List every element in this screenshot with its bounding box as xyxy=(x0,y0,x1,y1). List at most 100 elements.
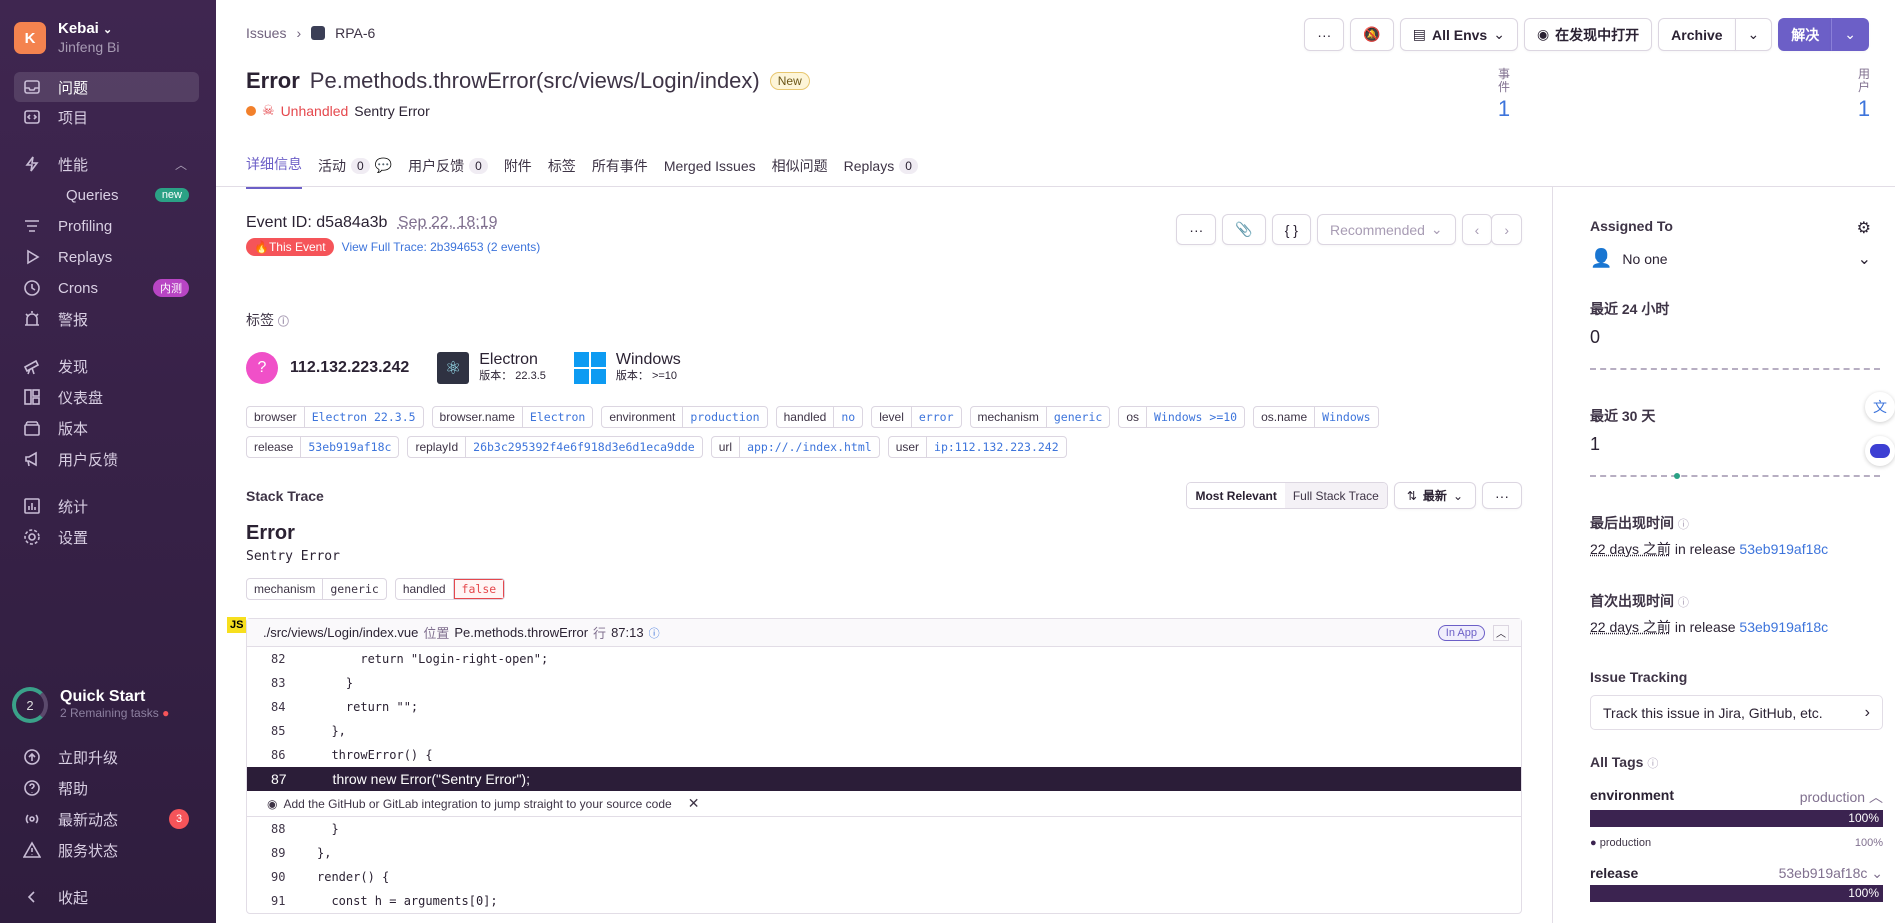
assignee-select[interactable]: 👤 No one ⌄ xyxy=(1590,248,1895,269)
tag-pill[interactable]: environment production xyxy=(601,406,768,428)
sidebar-item-profiling[interactable]: Profiling xyxy=(14,211,199,241)
sidebar-item-alerts[interactable]: 警报 xyxy=(14,304,199,334)
tab-tags[interactable]: 标签 xyxy=(548,154,576,189)
issue-subtitle: ☠ Unhandled Sentry Error xyxy=(246,102,430,119)
tag-pill[interactable]: browser Electron 22.3.5 xyxy=(246,406,424,428)
exception-mechanism: mechanism generic handled false xyxy=(246,578,1522,600)
stack-trace-header: Stack Trace Most Relevant Full Stack Tra… xyxy=(246,482,1522,512)
more-actions-button[interactable]: ··· xyxy=(1304,18,1345,51)
full-stack-toggle[interactable]: Full Stack Trace xyxy=(1284,483,1387,508)
resolve-button[interactable]: 解决 xyxy=(1778,18,1833,51)
tag-pill[interactable]: os.name Windows xyxy=(1253,406,1379,428)
tab-all-events[interactable]: 所有事件 xyxy=(592,154,648,189)
stack-frame: JS ./src/views/Login/index.vue 位置 Pe.met… xyxy=(227,617,1522,914)
sidebar-item-label: 仪表盘 xyxy=(58,389,104,407)
sidebar-item-releases[interactable]: 版本 xyxy=(14,413,199,443)
gear-icon[interactable]: ⚙ xyxy=(1857,218,1871,238)
tab-similar[interactable]: 相似问题 xyxy=(772,154,828,189)
event-date[interactable]: Sep 22, 18:19 xyxy=(398,214,498,231)
sort-select[interactable]: ⇅ 最新 ⌄ xyxy=(1393,482,1476,509)
env-select[interactable]: ▤ All Envs ⌄ xyxy=(1399,18,1518,51)
chevron-down-icon: ⌄ xyxy=(103,24,113,36)
tag-pill[interactable]: handled no xyxy=(775,406,864,428)
attachment-icon[interactable]: 📎 xyxy=(1222,214,1266,245)
lightning-icon xyxy=(22,154,42,174)
close-icon[interactable]: ✕ xyxy=(688,795,700,812)
track-issue-button[interactable]: Track this issue in Jira, GitHub, etc. › xyxy=(1590,695,1883,730)
tab-merged[interactable]: Merged Issues xyxy=(664,154,756,189)
tag-pill[interactable]: browser.name Electron xyxy=(431,406,594,428)
view-full-trace-link[interactable]: View Full Trace: 2b394653 (2 events) xyxy=(342,240,541,254)
sidebar-item-queries[interactable]: Queries new xyxy=(14,180,199,210)
code-context-before: 82 return "Login-right-open"; 83 } 84 retu… xyxy=(247,647,1521,767)
first-seen-release-link[interactable]: 53eb919af18c xyxy=(1739,619,1828,635)
stack-more-button[interactable]: ··· xyxy=(1482,482,1522,509)
tag-pill[interactable]: os Windows >=10 xyxy=(1118,406,1246,428)
sidebar-item-performance[interactable]: 性能 ︿ xyxy=(14,149,199,179)
tab-user-feedback[interactable]: 用户反馈 0 xyxy=(408,154,488,189)
org-switcher[interactable]: K Kebai ⌄ Jinfeng Bi xyxy=(14,20,119,56)
sidebar-item-label: 性能 xyxy=(58,156,89,174)
sidebar-item-issues[interactable]: 问题 xyxy=(14,72,199,102)
sidebar: K Kebai ⌄ Jinfeng Bi 问题 项目 性能 ︿ Queries … xyxy=(0,0,216,923)
sidebar-item-status[interactable]: 服务状态 xyxy=(14,835,199,865)
archive-dropdown[interactable]: ⌄ xyxy=(1734,18,1773,51)
sidebar-item-discover[interactable]: 发现 xyxy=(14,351,199,381)
sidebar-item-crons[interactable]: Crons 内测 xyxy=(14,273,199,303)
tag-pill[interactable]: replayId 26b3c295392f4e6f918d3e6d1eca9dde xyxy=(407,436,703,458)
tag-highlights: ? 112.132.223.242 ⚛ Electron 版本： 22.3.5 … xyxy=(246,352,1522,384)
tag-release[interactable]: release 53eb919af18c ⌄ xyxy=(1590,865,1883,882)
frame-header[interactable]: ./src/views/Login/index.vue 位置 Pe.method… xyxy=(247,619,1521,647)
tag-pill[interactable]: release 53eb919af18c xyxy=(246,436,400,458)
assistant-icon[interactable] xyxy=(1865,436,1895,466)
events-value[interactable]: 1 xyxy=(1496,98,1512,120)
last-seen-release-link[interactable]: 53eb919af18c xyxy=(1739,541,1828,557)
users-value[interactable]: 1 xyxy=(1856,98,1872,120)
sidebar-item-label: Replays xyxy=(58,248,113,266)
tag-key: release xyxy=(247,437,302,457)
sidebar-item-help[interactable]: 帮助 xyxy=(14,773,199,803)
events-label: 事件 xyxy=(1497,67,1510,94)
open-in-discover-button[interactable]: ◉ 在发现中打开 xyxy=(1523,18,1653,51)
tab-details[interactable]: 详细信息 xyxy=(246,154,302,189)
collapse-toggle[interactable]: ︿ xyxy=(1493,624,1509,641)
next-event-button[interactable]: › xyxy=(1491,214,1522,245)
tag-pill[interactable]: level error xyxy=(871,406,962,428)
sidebar-item-label: 版本 xyxy=(58,420,89,438)
sidebar-item-whats-new[interactable]: 最新动态 3 xyxy=(14,804,199,834)
tag-value: Windows >=10 xyxy=(1154,410,1238,424)
archive-button[interactable]: Archive xyxy=(1658,18,1736,51)
sidebar-item-label: 发现 xyxy=(58,358,89,376)
sidebar-item-feedback[interactable]: 用户反馈 xyxy=(14,444,199,474)
sidebar-item-replays[interactable]: Replays xyxy=(14,242,199,272)
tag-pill[interactable]: mechanism generic xyxy=(969,406,1111,428)
sidebar-item-upgrade[interactable]: 立即升级 xyxy=(14,742,199,772)
tag-pill[interactable]: user ip:112.132.223.242 xyxy=(887,436,1067,458)
users-stat: 用户 1 xyxy=(1856,68,1872,120)
translate-icon[interactable]: 文 xyxy=(1865,392,1895,422)
event-more-button[interactable]: ··· xyxy=(1176,214,1217,245)
env-value-row[interactable]: ● production 100% xyxy=(1590,837,1883,849)
prev-event-button[interactable]: ‹ xyxy=(1461,214,1493,245)
info-icon: ⓘ xyxy=(648,627,660,640)
sidebar-item-projects[interactable]: 项目 xyxy=(14,102,199,132)
tag-environment[interactable]: environment production ︿ xyxy=(1590,787,1883,807)
sidebar-item-dashboards[interactable]: 仪表盘 xyxy=(14,382,199,412)
json-icon[interactable]: { } xyxy=(1271,214,1311,245)
most-relevant-toggle[interactable]: Most Relevant xyxy=(1187,483,1285,508)
sidebar-item-stats[interactable]: 统计 xyxy=(14,491,199,521)
mute-button[interactable]: 🔕 xyxy=(1350,18,1394,51)
tab-replays[interactable]: Replays 0 xyxy=(844,154,918,189)
tag-pill[interactable]: url app://./index.html xyxy=(710,436,880,458)
tab-attachments[interactable]: 附件 xyxy=(504,154,532,189)
highlight-user: ? 112.132.223.242 xyxy=(246,352,409,384)
upgrade-icon xyxy=(22,747,42,767)
assignee-section: Assigned To ⚙ 👤 No one ⌄ xyxy=(1590,218,1895,269)
recommended-select[interactable]: Recommended ⌄ xyxy=(1316,214,1456,245)
quick-start[interactable]: 2 Quick Start 2 Remaining tasks ● xyxy=(12,687,169,723)
sidebar-collapse[interactable]: 收起 xyxy=(14,882,199,912)
tab-activity[interactable]: 活动 0 💬 xyxy=(318,154,392,189)
breadcrumb-issues[interactable]: Issues xyxy=(246,25,286,41)
resolve-dropdown[interactable]: ⌄ xyxy=(1831,18,1869,51)
sidebar-item-settings[interactable]: 设置 xyxy=(14,522,199,552)
